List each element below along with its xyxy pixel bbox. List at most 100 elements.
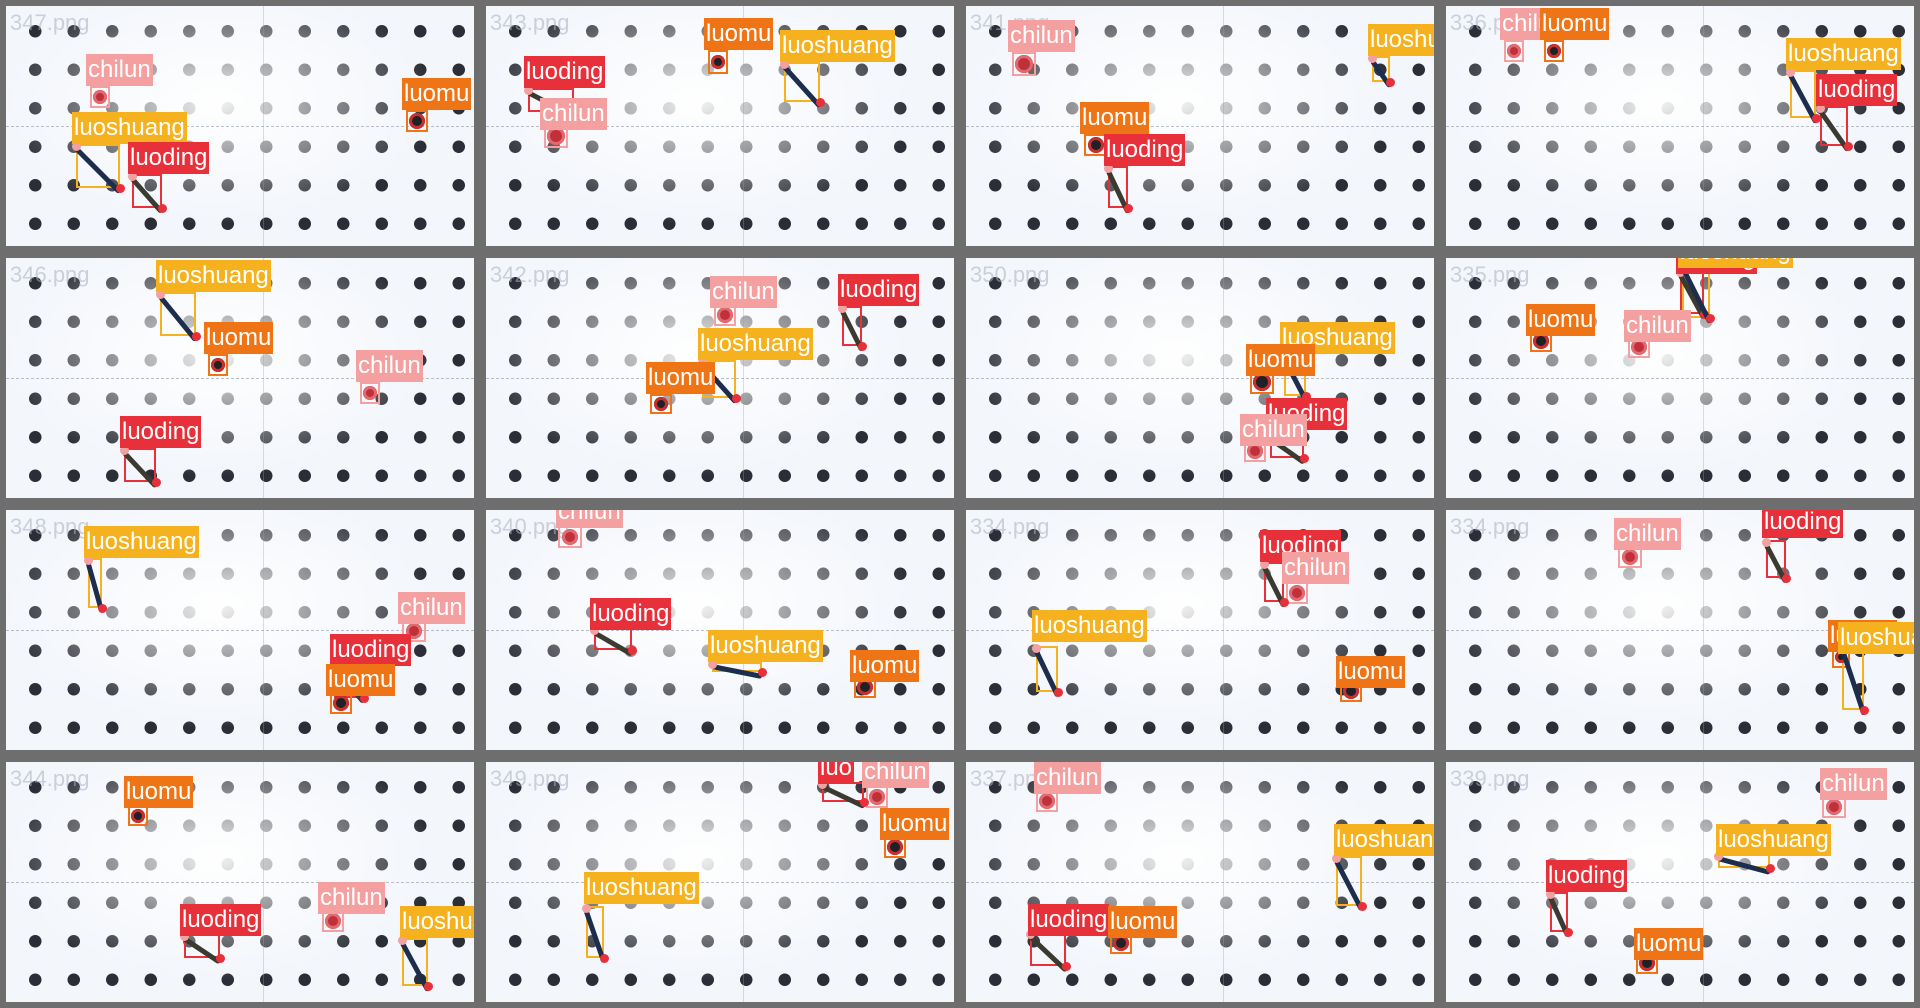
class-label: chilun [318, 882, 385, 914]
bounding-box [184, 934, 220, 958]
keypoint-end [1844, 142, 1853, 151]
keypoint-end [1124, 204, 1133, 213]
luomu-object [131, 809, 145, 823]
image-filename: 339.png [1450, 766, 1530, 791]
luomu-object [711, 55, 725, 69]
image-filename: 346.png [10, 262, 90, 287]
class-label: luoding [180, 904, 262, 936]
keypoint-end [1300, 454, 1309, 463]
image-filename: 348.png [10, 514, 90, 539]
class-label: luomu [1108, 906, 1178, 938]
keypoint-start [1032, 644, 1041, 653]
keypoint-end [1358, 902, 1367, 911]
keypoint-end [1706, 314, 1715, 323]
keypoint-end [816, 98, 825, 107]
luomu-object [211, 358, 225, 372]
keypoint-end [424, 982, 433, 991]
image-tile: 335.pngluodingluoshuangluomuchilun [1440, 252, 1920, 504]
image-tile: 336.png chilun luomu luoshuang luoding [1440, 0, 1920, 252]
class-label: luoding [1762, 510, 1844, 538]
class-label: luomu [850, 650, 920, 682]
class-label: luoding [1546, 860, 1628, 892]
class-label: chilun [356, 350, 423, 382]
image-filename: 335.png [1450, 262, 1530, 287]
image-tile: 344.png luomu chilun luoding luoshuang [0, 756, 480, 1008]
keypoint-end [1386, 78, 1395, 87]
class-label: luoshuang [1334, 824, 1434, 856]
class-label: luoding [330, 634, 412, 666]
class-label: luoding [838, 274, 920, 306]
class-label: luoshuang [72, 112, 187, 144]
class-label: chilun [1240, 414, 1307, 446]
keypoint-end [600, 954, 609, 963]
class-label: luomu [646, 362, 716, 394]
chilun-object [717, 307, 733, 323]
image-tile: 348.png luoshuang chilun luoding luomu [0, 504, 480, 756]
luomu-object [409, 113, 425, 129]
keypoint-end [158, 204, 167, 213]
keypoint-end [216, 954, 225, 963]
class-label: luomu [1634, 928, 1704, 960]
image-filename: 343.png [490, 10, 570, 35]
class-label: chilun [862, 762, 929, 788]
image-filename: 349.png [490, 766, 570, 791]
luomu-object [333, 695, 349, 711]
image-tile: 349.png luo chilun luomu luoshuang [480, 756, 960, 1008]
image-tile: 350.pngluoshuangluomuluodingchilun [960, 252, 1440, 504]
class-label: chilun [1008, 20, 1075, 52]
keypoint-end [1564, 928, 1573, 937]
class-label: luoding [120, 416, 202, 448]
image-tile: 334.pngchilunluodingluomuluoshuang [1440, 504, 1920, 756]
class-label: luomu [1336, 656, 1406, 688]
class-label: luoding [1104, 134, 1186, 166]
class-label: luomu [326, 664, 396, 696]
class-label: chilun [398, 592, 465, 624]
class-label: luoshuang [1786, 38, 1901, 70]
image-filename: 342.png [490, 262, 570, 287]
class-label: luoshuang [708, 630, 823, 662]
class-label: chilun [1614, 518, 1681, 550]
class-label: luoding [1816, 74, 1898, 106]
keypoint-end [732, 394, 741, 403]
keypoint-start [1762, 538, 1771, 547]
chilun-object [1015, 55, 1033, 73]
image-tile: 346.png luoshuang luomu chilun luoding [0, 252, 480, 504]
image-tile: 341.pngchilunluoshuangluomuluoding [960, 0, 1440, 252]
class-label: luoding [524, 56, 606, 88]
chilun-object [363, 386, 377, 400]
class-label: luoshuang [1716, 824, 1831, 856]
class-label: luoshuang [400, 906, 474, 938]
class-label: luoshuang [698, 328, 813, 360]
class-label: luoding [1028, 904, 1110, 936]
image-tile: 337.png chilun luoshuang luoding luomu [960, 756, 1440, 1008]
keypoint-end [858, 342, 867, 351]
keypoint-end [1782, 574, 1791, 583]
chilun-object [1826, 799, 1842, 815]
image-tile: 340.png chilun luoding luoshuang luomu [480, 504, 960, 756]
keypoint-end [98, 604, 107, 613]
class-label: luomu [1540, 8, 1610, 40]
keypoint-end [1280, 598, 1289, 607]
class-label: chilun [556, 510, 623, 528]
class-label: luoding [128, 142, 210, 174]
bounding-box [1030, 932, 1066, 966]
class-label: chilun [1034, 762, 1101, 794]
keypoint-end [192, 332, 201, 341]
luomu-object [1088, 137, 1104, 153]
image-filename: 350.png [970, 262, 1050, 287]
class-label: luomu [402, 78, 472, 110]
image-tile: 342.png chilun luoding luoshuang luomu [480, 252, 960, 504]
class-label: luoshuang [1678, 258, 1793, 268]
class-label: chilun [710, 276, 777, 308]
class-label: luoshuang [584, 872, 699, 904]
detection-results-grid: 347.png chilun luomu luoshuang luoding 343.pn… [0, 0, 1920, 1008]
class-label: luomu [1080, 102, 1150, 134]
class-label: luomu [880, 808, 950, 840]
class-label: luoshuang [780, 30, 895, 62]
class-label: luoshuang [156, 260, 271, 292]
keypoint-end [152, 478, 161, 487]
keypoint-end [116, 184, 125, 193]
class-label: chilun [540, 98, 607, 130]
chilun-object [869, 789, 885, 805]
class-label: luomu [1526, 304, 1596, 336]
